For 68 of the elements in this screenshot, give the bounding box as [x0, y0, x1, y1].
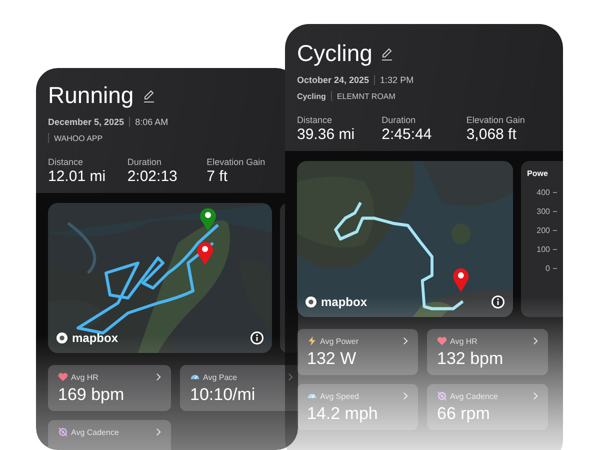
stat-label: Distance	[48, 157, 84, 167]
metric-tile[interactable]: Avg Cadence	[48, 420, 171, 450]
metric-value: 66 rpm	[437, 404, 491, 424]
device-label: WAHOO APP	[54, 134, 103, 142]
stat-label: Elevation Gain	[466, 115, 526, 125]
metric-tile[interactable]: Avg HR 169 bpm	[48, 365, 171, 411]
metric-label: Avg Speed	[320, 392, 360, 400]
metric-label: Avg HR	[71, 372, 100, 382]
metric-label: Avg Cadence	[450, 392, 499, 400]
activity-title: Running	[48, 82, 134, 109]
cadence-icon	[58, 427, 68, 437]
speedometer-icon	[190, 372, 200, 382]
chart-title: Powe	[527, 169, 549, 178]
metric-label: Avg Pace	[203, 372, 238, 382]
axis-label: 0	[546, 264, 550, 273]
mapbox-logo: mapbox	[321, 295, 368, 309]
activity-time: 1:32 PM	[380, 75, 414, 85]
cadence-icon	[437, 391, 447, 401]
sport-label: Cycling	[297, 92, 326, 100]
pencil-icon[interactable]	[380, 46, 394, 60]
chevron-icon	[533, 337, 538, 345]
heart-icon	[58, 372, 68, 382]
axis-label: 200	[536, 226, 550, 235]
chevron-icon	[156, 428, 161, 436]
activity-date: December 5, 2025	[48, 117, 124, 127]
chevron-icon	[533, 392, 538, 400]
speedometer-icon	[307, 391, 317, 401]
axis-label: 400	[536, 188, 550, 197]
stat-value: 39.36 mi	[297, 126, 356, 143]
device-label: ELEMNT ROAM	[336, 92, 396, 100]
activity-date: October 24, 2025	[297, 75, 370, 85]
chevron-icon	[156, 373, 161, 381]
lightning-icon	[307, 336, 317, 346]
map-pin-icon	[200, 208, 216, 231]
metric-label: Avg HR	[450, 336, 478, 346]
metric-value: 132 bpm	[437, 349, 504, 369]
stat-label: Duration	[382, 115, 417, 125]
pencil-icon[interactable]	[142, 88, 156, 102]
axis-label: 300	[536, 207, 550, 216]
heart-icon	[437, 336, 447, 346]
mapbox-logo: mapbox	[72, 331, 118, 345]
metric-value: 10:10/mi	[190, 385, 256, 405]
chevron-icon	[403, 337, 408, 345]
metric-value: 169 bpm	[58, 385, 126, 405]
axis-label: 100	[536, 245, 550, 254]
stat-value: 12.01 mi	[48, 168, 107, 185]
activity-title: Cycling	[297, 40, 372, 67]
chevron-icon	[403, 392, 408, 400]
metric-label: Avg Cadence	[71, 428, 120, 436]
metric-tile[interactable]: Avg HR 132 bpm	[427, 329, 548, 375]
map-pin-icon	[453, 268, 469, 292]
metric-label: Avg Power	[320, 336, 360, 346]
metric-value: 132 W	[307, 349, 358, 369]
activity-time: 8:06 AM	[135, 117, 168, 127]
map-pin-icon	[197, 242, 213, 265]
info-icon[interactable]	[250, 331, 264, 345]
mapbox-logo-icon	[56, 332, 68, 344]
stat-value: 2:45:44	[382, 126, 433, 143]
metric-tile[interactable]: Avg Power 132 W	[297, 329, 418, 375]
mapbox-logo-icon	[305, 296, 317, 308]
stat-label: Duration	[127, 157, 162, 167]
info-icon[interactable]	[491, 295, 505, 309]
stat-value: 3,068 ft	[466, 126, 518, 143]
stat-label: Distance	[297, 115, 334, 125]
stat-label: Elevation Gain	[206, 157, 266, 167]
metric-value: 14.2 mph	[307, 404, 379, 424]
stat-value: 2:02:13	[127, 168, 178, 185]
stat-value: 7 ft	[206, 168, 229, 185]
